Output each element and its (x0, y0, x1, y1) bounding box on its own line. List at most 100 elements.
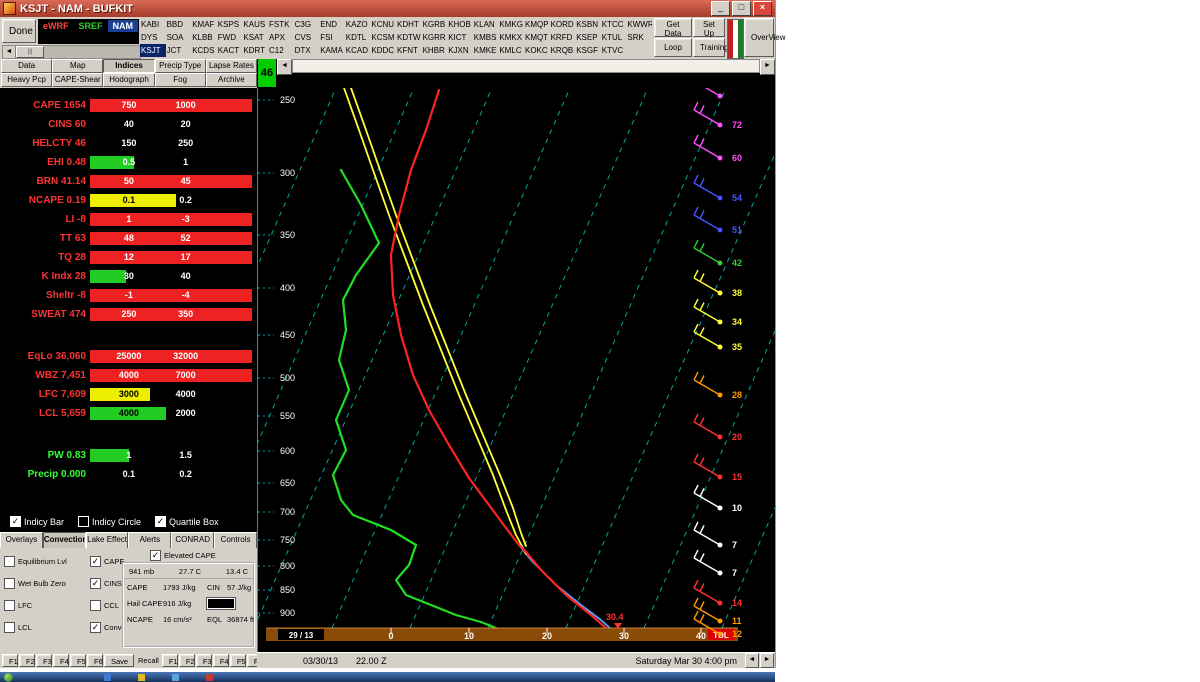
checkbox-checked[interactable]: ✓ (150, 550, 161, 561)
timeline-track[interactable] (292, 59, 760, 73)
fkey-save-f6[interactable]: F6 (87, 654, 103, 667)
station-kdtl[interactable]: KDTL (345, 31, 371, 44)
time-forward-button[interactable]: ► (760, 653, 774, 668)
checkbox-checked[interactable]: ✓ (90, 578, 101, 589)
model-sref[interactable]: SREF (74, 20, 108, 32)
station-klan[interactable]: KLAN (473, 18, 499, 31)
fkey-save-f4[interactable]: F4 (53, 654, 69, 667)
station-fstk[interactable]: FSTK (268, 18, 294, 31)
titlebar[interactable]: KSJT - NAM - BUFKIT _ □ × (0, 0, 775, 17)
scroll-thumb[interactable]: ||| (16, 46, 44, 58)
training-button[interactable]: Training (693, 38, 725, 57)
taskbar-icon[interactable] (138, 674, 145, 681)
time-back-button[interactable]: ◄ (745, 653, 759, 668)
tab-cape-shear[interactable]: CAPE-Shear (52, 73, 103, 87)
checkbox-unchecked[interactable] (90, 600, 101, 611)
checkbox-unchecked[interactable] (4, 600, 15, 611)
overlay-lfc[interactable]: LFC (4, 600, 90, 611)
color-swatch[interactable] (207, 598, 235, 609)
station-kdht[interactable]: KDHT (396, 18, 422, 31)
taskbar[interactable] (0, 672, 775, 682)
station-ktul[interactable]: KTUL (601, 31, 627, 44)
timeline-right-arrow[interactable]: ► (760, 59, 775, 75)
station-kama[interactable]: KAMA (319, 44, 345, 57)
tab-hodograph[interactable]: Hodograph (103, 73, 154, 87)
station-kact[interactable]: KACT (217, 44, 243, 57)
tab-data[interactable]: Data (1, 59, 52, 73)
station-khbr[interactable]: KHBR (422, 44, 448, 57)
checkbox-unchecked[interactable] (4, 556, 15, 567)
station-kcds[interactable]: KCDS (191, 44, 217, 57)
station-khob[interactable]: KHOB (447, 18, 473, 31)
station-kgrb[interactable]: KGRB (422, 18, 448, 31)
station-kazo[interactable]: KAZO (345, 18, 371, 31)
taskbar-icon[interactable] (206, 674, 213, 681)
station-kcsm[interactable]: KCSM (370, 31, 396, 44)
station-kgrr[interactable]: KGRR (422, 31, 448, 44)
tab-precip-type[interactable]: Precip Type (155, 59, 206, 73)
checkbox-checked[interactable]: ✓ (155, 516, 166, 527)
station-srk[interactable]: SRK (626, 31, 652, 44)
taskbar-icon[interactable] (104, 674, 111, 681)
scroll-left-icon[interactable]: ◄ (3, 46, 16, 58)
station-ksjt[interactable]: KSJT (140, 44, 166, 57)
station-kmkx[interactable]: KMKX (498, 31, 524, 44)
tab-heavy-pcp[interactable]: Heavy Pcp (1, 73, 52, 87)
fkey-recall-f3[interactable]: F3 (196, 654, 212, 667)
fkey-recall-f1[interactable]: F1 (162, 654, 178, 667)
station-bbd[interactable]: BBD (166, 18, 192, 31)
station-kmbs[interactable]: KMBS (473, 31, 499, 44)
save-button[interactable]: Save (104, 654, 134, 667)
station-kabi[interactable]: KABI (140, 18, 166, 31)
tab-archive[interactable]: Archive (206, 73, 257, 87)
fkey-save-f2[interactable]: F2 (19, 654, 35, 667)
minimize-button[interactable]: _ (711, 1, 730, 16)
option-quartile-box[interactable]: ✓Quartile Box (155, 516, 219, 527)
overlay-wet-bulb-zero[interactable]: Wet Bulb Zero (4, 578, 90, 589)
station-kmqp[interactable]: KMQP (524, 18, 550, 31)
station-ksgf[interactable]: KSGF (575, 44, 601, 57)
station-kokc[interactable]: KOKC (524, 44, 550, 57)
fkey-save-f3[interactable]: F3 (36, 654, 52, 667)
station-kcnu[interactable]: KCNU (370, 18, 396, 31)
station-scrollbar[interactable]: ◄ ||| (2, 45, 141, 59)
tab-lapse-rates[interactable]: Lapse Rates (206, 59, 257, 73)
station-kwwr[interactable]: KWWR (626, 18, 652, 31)
checkbox-unchecked[interactable] (4, 578, 15, 589)
station-kjxn[interactable]: KJXN (447, 44, 473, 57)
station-soa[interactable]: SOA (166, 31, 192, 44)
station-fwd[interactable]: FWD (217, 31, 243, 44)
station-jct[interactable]: JCT (166, 44, 192, 57)
station-kcad[interactable]: KCAD (345, 44, 371, 57)
station-kfnt[interactable]: KFNT (396, 44, 422, 57)
station-kdtw[interactable]: KDTW (396, 31, 422, 44)
option-indicy-bar[interactable]: ✓Indicy Bar (10, 516, 64, 527)
station-ksat[interactable]: KSAT (242, 31, 268, 44)
model-ewrf[interactable]: eWRF (38, 20, 74, 32)
station-kmqt[interactable]: KMQT (524, 31, 550, 44)
station-ktvc[interactable]: KTVC (601, 44, 627, 57)
station-kdrt[interactable]: KDRT (242, 44, 268, 57)
fkey-save-f5[interactable]: F5 (70, 654, 86, 667)
checkbox-checked[interactable]: ✓ (90, 622, 101, 633)
checkbox-unchecked[interactable] (4, 622, 15, 633)
station-kaus[interactable]: KAUS (242, 18, 268, 31)
start-button[interactable] (4, 673, 13, 682)
station-krqb[interactable]: KRQB (550, 44, 576, 57)
taskbar-icon[interactable] (172, 674, 179, 681)
station-kmkg[interactable]: KMKG (498, 18, 524, 31)
station-dtx[interactable]: DTX (294, 44, 320, 57)
station-apx[interactable]: APX (268, 31, 294, 44)
done-button[interactable]: Done (2, 19, 36, 43)
station-ksps[interactable]: KSPS (217, 18, 243, 31)
station-ksbn[interactable]: KSBN (575, 18, 601, 31)
set-up-button[interactable]: Set Up (693, 18, 725, 37)
overlay-lcl[interactable]: LCL (4, 622, 90, 633)
station-klbb[interactable]: KLBB (191, 31, 217, 44)
station-kmke[interactable]: KMKE (473, 44, 499, 57)
station-kmaf[interactable]: KMAF (191, 18, 217, 31)
station-cvs[interactable]: CVS (294, 31, 320, 44)
tab-map[interactable]: Map (52, 59, 103, 73)
station-c12[interactable]: C12 (268, 44, 294, 57)
close-button[interactable]: × (753, 1, 772, 16)
